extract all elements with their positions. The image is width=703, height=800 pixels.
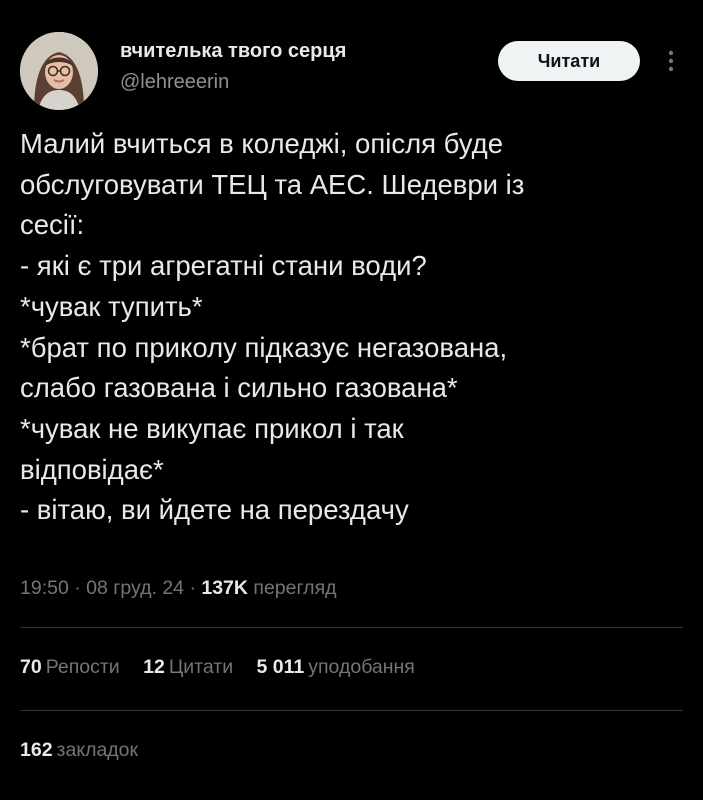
tweet-date[interactable]: 08 груд. 24 [86,577,184,599]
views-label: перегляд [253,577,337,599]
bookmarks-stat[interactable]: 162 закладок [20,739,138,762]
likes-stat[interactable]: 5 011 уподобання [257,656,415,679]
likes-count: 5 011 [256,656,305,678]
divider [20,710,683,711]
reposts-count: 70 [20,656,42,678]
author-display-name[interactable]: вчителька твого серця [120,40,346,63]
quotes-stat[interactable]: 12 Цитати [143,656,233,679]
likes-label: уподобання [308,656,415,678]
meta-separator: · [74,577,81,599]
avatar[interactable] [20,32,98,110]
meta-separator: · [189,577,196,599]
tweet-text: Малий вчиться в коледжі, опісля буде обс… [20,128,525,526]
tweet-meta: 19:50 · 08 груд. 24 · 137K перегляд [20,577,337,600]
follow-button[interactable]: Читати [498,41,640,81]
engagement-stats: 70 Репости 12 Цитати 5 011 уподобання [20,656,433,679]
more-vertical-icon[interactable] [664,46,678,76]
bookmarks-label: закладок [56,739,139,761]
author-handle[interactable]: @lehreeerin [120,71,229,94]
bookmarks-count: 162 [20,739,53,761]
avatar-image [20,32,98,110]
tweet-header: вчителька твого серця @lehreeerin Читати [20,28,683,110]
views-count[interactable]: 137K [201,577,248,599]
reposts-stat[interactable]: 70 Репости [20,656,120,679]
quotes-label: Цитати [168,656,234,678]
tweet-time[interactable]: 19:50 [20,577,69,599]
quotes-count: 12 [143,656,165,678]
reposts-label: Репости [45,656,120,678]
divider [20,627,683,628]
